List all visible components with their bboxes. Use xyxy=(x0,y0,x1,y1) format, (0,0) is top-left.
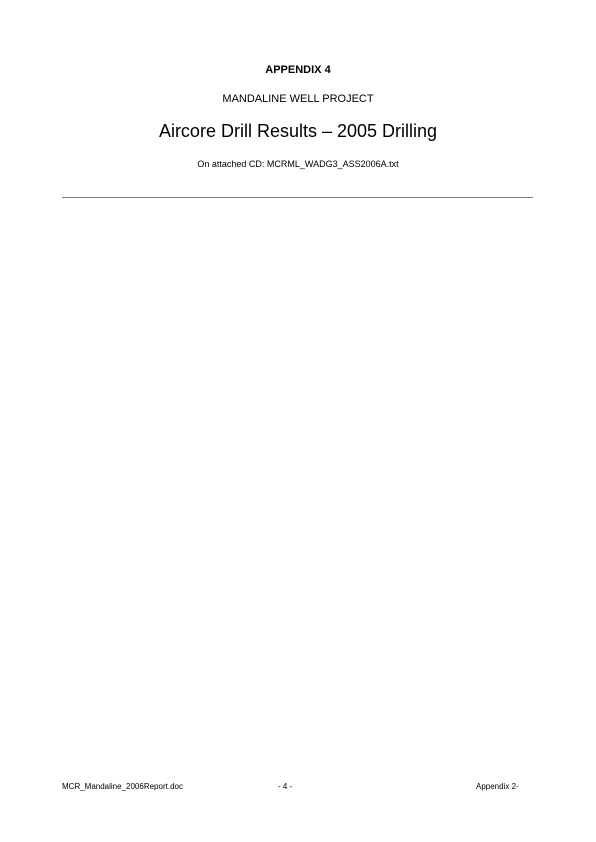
document-title: Aircore Drill Results – 2005 Drilling xyxy=(158,121,438,141)
footer-appendix-ref: Appendix 2- xyxy=(476,782,519,791)
footer-page-number: - 4 - xyxy=(278,782,293,791)
project-name: MANDALINE WELL PROJECT xyxy=(222,93,374,105)
horizontal-divider xyxy=(62,197,533,198)
document-page: APPENDIX 4 MANDALINE WELL PROJECT Aircor… xyxy=(0,0,596,842)
footer-filename: MCR_Mandaline_2006Report.doc xyxy=(62,782,183,791)
attachment-note: On attached CD: MCRML_WADG3_ASS2006A.txt xyxy=(197,159,399,169)
appendix-label: APPENDIX 4 xyxy=(265,64,331,76)
